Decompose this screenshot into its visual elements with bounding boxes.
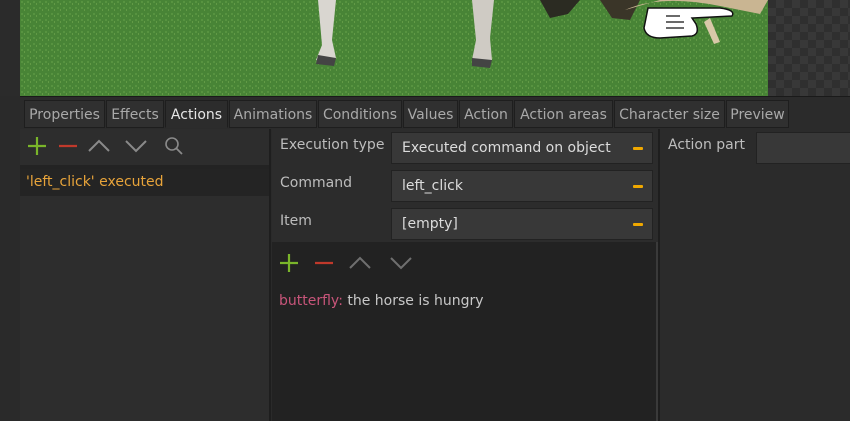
item-select[interactable]: [empty] bbox=[391, 208, 653, 240]
execution-type-value: Executed command on object bbox=[402, 140, 611, 156]
execution-type-select[interactable]: Executed command on object bbox=[391, 132, 653, 164]
tab-action[interactable]: Action bbox=[459, 100, 513, 128]
command-label: Command bbox=[280, 175, 352, 191]
item-label: Item bbox=[280, 213, 312, 229]
transparency-area bbox=[768, 0, 850, 96]
remove-icon[interactable] bbox=[313, 252, 335, 274]
move-up-icon[interactable] bbox=[88, 135, 110, 157]
script-line[interactable]: butterfly: the horse is hungry bbox=[279, 293, 484, 309]
command-value: left_click bbox=[402, 178, 463, 194]
move-up-icon[interactable] bbox=[349, 252, 371, 274]
list-item[interactable]: 'left_click' executed bbox=[20, 169, 269, 196]
tab-conditions[interactable]: Conditions bbox=[318, 100, 402, 128]
tab-character-size[interactable]: Character size bbox=[614, 100, 725, 128]
editor-tab-bar: Properties Effects Actions Animations Co… bbox=[20, 96, 850, 130]
tab-values[interactable]: Values bbox=[403, 100, 458, 128]
add-icon[interactable] bbox=[278, 252, 300, 274]
tab-effects[interactable]: Effects bbox=[106, 100, 164, 128]
tab-actions[interactable]: Actions bbox=[165, 100, 228, 128]
scene-image bbox=[20, 0, 768, 96]
search-icon[interactable] bbox=[163, 135, 185, 157]
script-text: the horse is hungry bbox=[342, 293, 484, 309]
command-select[interactable]: left_click bbox=[391, 170, 653, 202]
action-part-field[interactable] bbox=[756, 132, 850, 164]
dropdown-caret-icon bbox=[633, 223, 643, 226]
action-script-area bbox=[272, 242, 658, 421]
tab-preview[interactable]: Preview bbox=[726, 100, 789, 128]
tab-animations[interactable]: Animations bbox=[229, 100, 317, 128]
execution-type-label: Execution type bbox=[280, 137, 385, 153]
script-speaker: butterfly: bbox=[279, 293, 343, 309]
action-detail-panel: Execution type Executed command on objec… bbox=[272, 129, 658, 421]
add-icon[interactable] bbox=[26, 135, 48, 157]
dropdown-caret-icon bbox=[633, 147, 643, 150]
tab-action-areas[interactable]: Action areas bbox=[514, 100, 613, 128]
tab-properties[interactable]: Properties bbox=[24, 100, 105, 128]
dropdown-caret-icon bbox=[633, 185, 643, 188]
move-down-icon[interactable] bbox=[125, 135, 147, 157]
item-value: [empty] bbox=[402, 216, 458, 232]
action-part-panel: Action part bbox=[658, 129, 850, 421]
action-part-label: Action part bbox=[668, 137, 746, 153]
actions-list-toolbar bbox=[20, 129, 269, 165]
remove-icon[interactable] bbox=[57, 135, 79, 157]
actions-list-panel: 'left_click' executed bbox=[20, 129, 271, 421]
move-down-icon[interactable] bbox=[390, 252, 412, 274]
preview-margin bbox=[0, 0, 20, 96]
scene-preview[interactable] bbox=[0, 0, 850, 96]
